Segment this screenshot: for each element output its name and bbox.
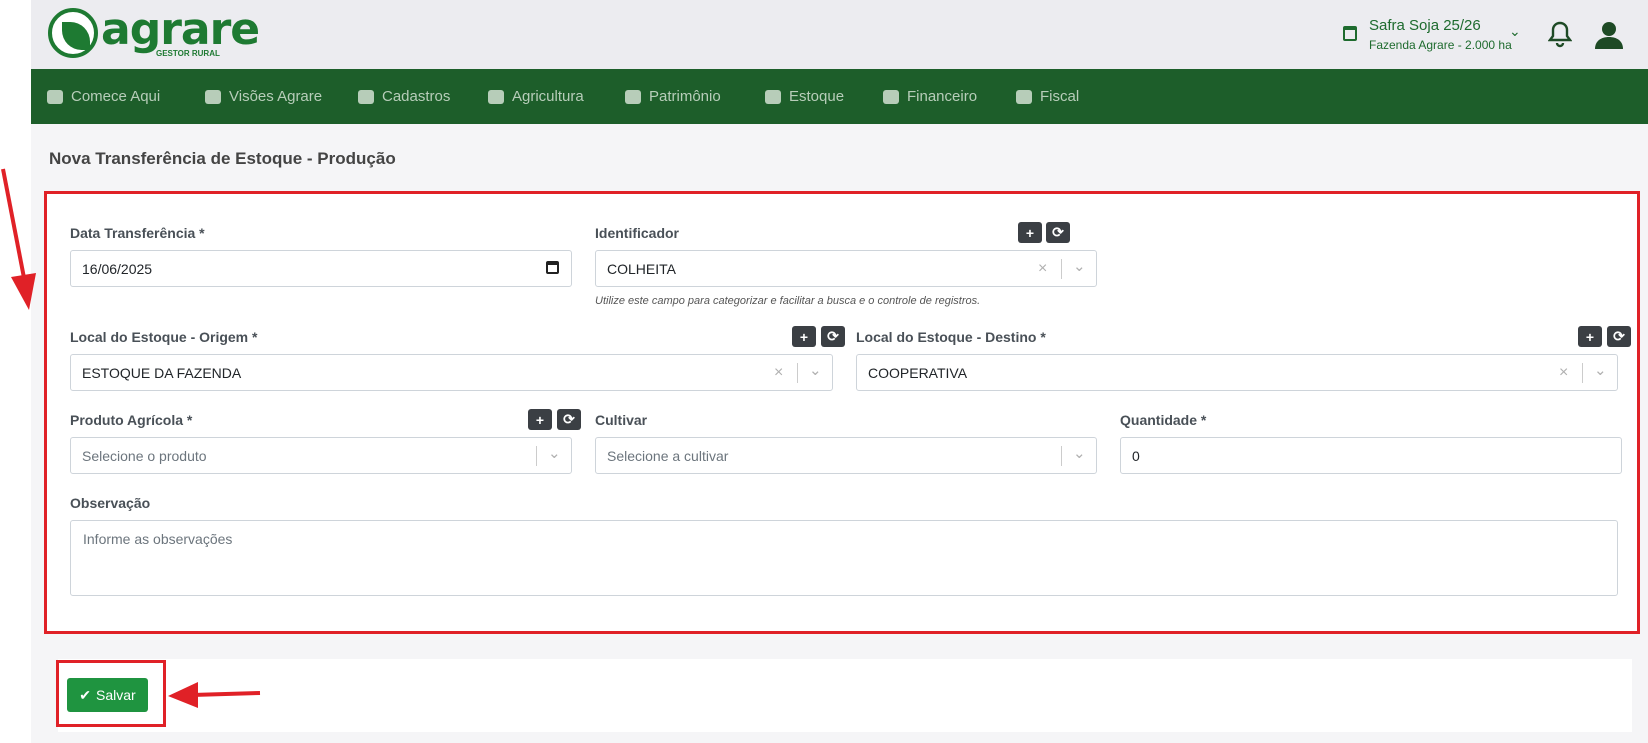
- date-value: 16/06/2025: [82, 260, 153, 277]
- tractor-icon: [625, 89, 641, 104]
- chevron-down-icon[interactable]: ⌄: [548, 444, 561, 462]
- nav-patrimonio[interactable]: Patrimônio: [625, 69, 721, 124]
- destino-value: COOPERATIVA: [868, 364, 968, 381]
- select-separator: [1061, 446, 1062, 466]
- chevron-down-icon[interactable]: ⌄: [809, 361, 822, 379]
- leaf-icon: [488, 89, 504, 104]
- observacao-textarea[interactable]: Informe as observações: [70, 520, 1618, 596]
- quantidade-input[interactable]: 0: [1120, 437, 1622, 474]
- chevron-down-icon: ⌄: [1509, 23, 1521, 39]
- refresh-destino-button[interactable]: ⟳: [1607, 326, 1631, 347]
- safra-selector[interactable]: Safra Soja 25/26 Fazenda Agrare - 2.000 …: [1343, 14, 1523, 54]
- nav-label: Cadastros: [382, 88, 451, 105]
- nav-comece-aqui[interactable]: Comece Aqui: [47, 69, 160, 124]
- arrow-down-annotation: [1, 168, 36, 310]
- chevron-down-icon[interactable]: ⌄: [1594, 361, 1607, 379]
- cultivar-select[interactable]: Selecione a cultivar ⌄: [595, 437, 1097, 474]
- produto-placeholder: Selecione o produto: [82, 447, 207, 464]
- nav-label: Comece Aqui: [71, 88, 161, 105]
- clear-icon[interactable]: ×: [1559, 364, 1568, 382]
- select-separator: [1582, 363, 1583, 383]
- nav-visoes-agrare[interactable]: Visões Agrare: [205, 69, 322, 124]
- quantidade-label: Quantidade *: [1120, 412, 1207, 428]
- invoice-icon: [1016, 89, 1032, 104]
- cultivar-label: Cultivar: [595, 412, 648, 428]
- refresh-produto-button[interactable]: ⟳: [557, 409, 581, 430]
- refresh-identificador-button[interactable]: ⟳: [1046, 222, 1070, 243]
- origem-select[interactable]: ESTOQUE DA FAZENDA × ⌄: [70, 354, 833, 391]
- cultivar-placeholder: Selecione a cultivar: [607, 447, 729, 464]
- select-separator: [536, 446, 537, 466]
- handshake-icon: [47, 89, 63, 104]
- refresh-origem-button[interactable]: ⟳: [821, 326, 845, 347]
- produto-select[interactable]: Selecione o produto ⌄: [70, 437, 572, 474]
- save-button[interactable]: ✔ Salvar: [67, 678, 148, 712]
- logo-emblem: [48, 8, 98, 58]
- nav-label: Agricultura: [512, 88, 584, 105]
- logo-subtitle: GESTOR RURAL: [156, 49, 220, 58]
- destino-select[interactable]: COOPERATIVA × ⌄: [856, 354, 1618, 391]
- destino-label: Local do Estoque - Destino *: [856, 329, 1046, 345]
- main-nav: Comece Aqui Visões Agrare Cadastros Agri…: [31, 69, 1648, 124]
- nav-estoque[interactable]: Estoque: [765, 69, 844, 124]
- identificador-label: Identificador: [595, 225, 680, 241]
- agrare-logo[interactable]: agrare GESTOR RURAL: [48, 4, 260, 62]
- nav-financeiro[interactable]: Financeiro: [883, 69, 977, 124]
- identificador-value: COLHEITA: [607, 260, 676, 277]
- safra-farm: Fazenda Agrare - 2.000 ha: [1369, 38, 1512, 52]
- chevron-down-icon[interactable]: ⌄: [1073, 444, 1086, 462]
- page-title: Nova Transferência de Estoque - Produção: [49, 149, 396, 168]
- observacao-label: Observação: [70, 495, 151, 511]
- app-stage: agrare GESTOR RURAL Safra Soja 25/26 Faz…: [31, 0, 1648, 743]
- data-transferencia-input[interactable]: 16/06/2025: [70, 250, 572, 287]
- user-avatar-icon[interactable]: [1592, 18, 1626, 52]
- save-label: Salvar: [96, 687, 136, 703]
- safra-title: Safra Soja 25/26: [1369, 17, 1481, 34]
- data-transferencia-label: Data Transferência *: [70, 225, 205, 241]
- add-produto-button[interactable]: +: [528, 409, 552, 430]
- nav-fiscal[interactable]: Fiscal: [1016, 69, 1079, 124]
- logo-word: agrare: [101, 4, 260, 55]
- top-bar: agrare GESTOR RURAL Safra Soja 25/26 Faz…: [31, 0, 1648, 69]
- bell-icon[interactable]: [1547, 20, 1573, 48]
- identificador-help: Utilize este campo para categorizar e fa…: [595, 295, 981, 307]
- calendar-icon[interactable]: [546, 261, 559, 274]
- nav-agricultura[interactable]: Agricultura: [488, 69, 584, 124]
- nav-label: Visões Agrare: [229, 88, 323, 105]
- arrow-left-annotation: [168, 682, 261, 708]
- dashboard-icon: [205, 89, 221, 104]
- leaf-icon: [62, 22, 90, 50]
- nav-label: Financeiro: [907, 88, 978, 105]
- clear-icon[interactable]: ×: [774, 364, 783, 382]
- boxes-icon: [765, 89, 781, 104]
- nav-label: Estoque: [789, 88, 845, 105]
- transfer-form: Data Transferência * 16/06/2025 Identifi…: [44, 191, 1640, 634]
- money-hand-icon: [883, 89, 899, 104]
- select-separator: [797, 363, 798, 383]
- form-actions: [58, 659, 1632, 732]
- observacao-placeholder: Informe as observações: [83, 531, 233, 547]
- nav-label: Patrimônio: [649, 88, 721, 105]
- clear-icon[interactable]: ×: [1038, 260, 1047, 278]
- origem-value: ESTOQUE DA FAZENDA: [82, 364, 242, 381]
- calendar-check-icon: [1343, 26, 1357, 41]
- produto-label: Produto Agrícola *: [70, 412, 193, 428]
- check-icon: ✔: [79, 686, 92, 703]
- chevron-down-icon[interactable]: ⌄: [1073, 257, 1086, 275]
- select-separator: [1061, 259, 1062, 279]
- add-origem-button[interactable]: +: [792, 326, 816, 347]
- add-destino-button[interactable]: +: [1578, 326, 1602, 347]
- origem-label: Local do Estoque - Origem *: [70, 329, 258, 345]
- add-identificador-button[interactable]: +: [1018, 222, 1042, 243]
- identificador-select[interactable]: COLHEITA × ⌄: [595, 250, 1097, 287]
- quantidade-value: 0: [1132, 447, 1140, 464]
- nav-cadastros[interactable]: Cadastros: [358, 69, 450, 124]
- truck-icon: [358, 89, 374, 104]
- nav-label: Fiscal: [1040, 88, 1080, 105]
